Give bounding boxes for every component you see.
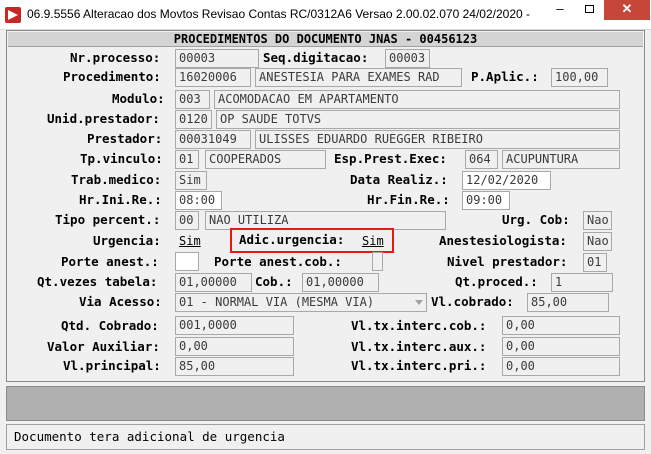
vl-principal-label: Vl.principal: [63, 358, 161, 373]
button-area [6, 386, 645, 421]
hr-fin-re-field[interactable]: 09:00 [462, 191, 510, 210]
procedimento-label: Procedimento: [63, 69, 161, 84]
minimize-button[interactable]: – [546, 0, 574, 20]
esp-prest-exec-code-field[interactable]: 064 [465, 150, 498, 169]
p-aplic-label: P.Aplic.: [471, 69, 539, 84]
unid-prestador-desc-field: OP SAUDE TOTVS [216, 110, 620, 129]
unid-prestador-label: Unid.prestador: [47, 111, 160, 126]
procedimento-code-field[interactable]: 16020006 [175, 68, 251, 87]
cob-field[interactable]: 01,00000 [302, 273, 379, 292]
status-bar: Documento tera adicional de urgencia [6, 424, 645, 450]
modulo-label: Modulo: [112, 91, 165, 106]
data-realiz-field[interactable]: 12/02/2020 [462, 171, 551, 190]
prestador-label: Prestador: [87, 131, 163, 146]
hr-ini-re-label: Hr.Ini.Re.: [79, 192, 162, 207]
qt-proced-label: Qt.proced.: [455, 274, 538, 289]
nr-processo-field[interactable]: 00003 [175, 49, 259, 68]
vl-cobrado-field[interactable]: 85,00 [527, 293, 609, 312]
title-bar: 06.9.5556 Alteracao dos Movtos Revisao C… [0, 0, 651, 30]
nivel-prestador-field[interactable]: 01 [583, 253, 607, 272]
vl-tx-interc-cob-label: Vl.tx.interc.cob.: [351, 318, 487, 333]
urg-cob-label: Urg. Cob: [502, 212, 570, 227]
maximize-icon [584, 5, 594, 13]
adic-urgencia-checkbox[interactable]: Sim [362, 233, 384, 249]
nr-processo-label: Nr.processo: [70, 50, 161, 65]
vl-tx-interc-aux-label: Vl.tx.interc.aux.: [351, 339, 487, 354]
porte-anest-label: Porte anest.: [61, 254, 159, 269]
maximize-button[interactable] [575, 0, 603, 20]
qt-vezes-tabela-label: Qt.vezes tabela: [37, 274, 158, 289]
vl-tx-interc-pri-label: Vl.tx.interc.pri.: [351, 358, 487, 373]
urgencia-checkbox[interactable]: Sim [179, 233, 201, 249]
tp-vinculo-desc-field: COOPERADOS [205, 150, 326, 169]
hr-ini-re-field[interactable]: 08:00 [175, 191, 222, 210]
urg-cob-field[interactable]: Nao [583, 211, 612, 230]
porte-anest-field[interactable] [175, 252, 199, 271]
qt-vezes-tabela-field[interactable]: 01,00000 [175, 273, 252, 292]
tipo-percent-label: Tipo percent.: [55, 212, 161, 227]
vl-tx-interc-aux-field[interactable]: 0,00 [502, 337, 620, 356]
via-acesso-label: Via Acesso: [79, 294, 162, 309]
vl-principal-field[interactable]: 85,00 [175, 357, 294, 376]
valor-auxiliar-label: Valor Auxiliar: [47, 339, 160, 354]
seq-digitacao-field[interactable]: 00003 [385, 49, 430, 68]
tp-vinculo-code-field[interactable]: 01 [175, 150, 199, 169]
trab-medico-label: Trab.medico: [71, 172, 162, 187]
tp-vinculo-label: Tp.vinculo: [80, 151, 163, 166]
hr-fin-re-label: Hr.Fin.Re.: [367, 192, 450, 207]
esp-prest-exec-desc-field: ACUPUNTURA [502, 150, 620, 169]
prestador-code-field[interactable]: 00031049 [175, 130, 251, 149]
app-icon [5, 7, 21, 23]
seq-digitacao-label: Seq.digitacao: [263, 50, 369, 65]
qtd-cobrado-field[interactable]: 001,0000 [175, 316, 294, 335]
modulo-desc-field: ACOMODACAO EM APARTAMENTO [214, 90, 620, 109]
esp-prest-exec-label: Esp.Prest.Exec: [334, 151, 447, 166]
qtd-cobrado-label: Qtd. Cobrado: [61, 318, 159, 333]
unid-prestador-code-field[interactable]: 0120 [175, 110, 212, 129]
vl-tx-interc-pri-field[interactable]: 0,00 [502, 357, 620, 376]
vl-tx-interc-cob-field[interactable]: 0,00 [502, 316, 620, 335]
vl-cobrado-label: Vl.cobrado: [431, 294, 514, 309]
valor-auxiliar-field[interactable]: 0,00 [175, 337, 294, 356]
cob-label: Cob.: [255, 274, 293, 289]
p-aplic-field[interactable]: 100,00 [551, 68, 608, 87]
anestesiologista-field[interactable]: Nao [583, 232, 612, 251]
panel-header: PROCEDIMENTOS DO DOCUMENTO JNAS - 004561… [8, 32, 643, 47]
porte-anest-cob-label: Porte anest.cob.: [214, 254, 342, 269]
tipo-percent-code-field[interactable]: 00 [175, 211, 199, 230]
trab-medico-field[interactable]: Sim [175, 171, 207, 190]
porte-anest-cob-field[interactable] [372, 252, 383, 271]
procedimento-desc-field: ANESTESIA PARA EXAMES RAD [255, 68, 462, 87]
close-button[interactable]: ✕ [604, 0, 650, 20]
nivel-prestador-label: Nivel prestador: [447, 254, 568, 269]
data-realiz-label: Data Realiz.: [350, 172, 448, 187]
window-title: 06.9.5556 Alteracao dos Movtos Revisao C… [27, 7, 531, 21]
modulo-code-field[interactable]: 003 [175, 90, 210, 109]
via-acesso-select[interactable]: 01 - NORMAL VIA (MESMA VIA) [175, 293, 427, 312]
urgencia-label: Urgencia: [93, 233, 161, 248]
anestesiologista-label: Anestesiologista: [439, 233, 567, 248]
chevron-down-icon [415, 300, 423, 305]
qt-proced-field[interactable]: 1 [551, 273, 613, 292]
via-acesso-value: 01 - NORMAL VIA (MESMA VIA) [179, 295, 375, 309]
adic-urgencia-label: Adic.urgencia: [239, 232, 345, 247]
prestador-desc-field: ULISSES EDUARDO RUEGGER RIBEIRO [255, 130, 620, 149]
